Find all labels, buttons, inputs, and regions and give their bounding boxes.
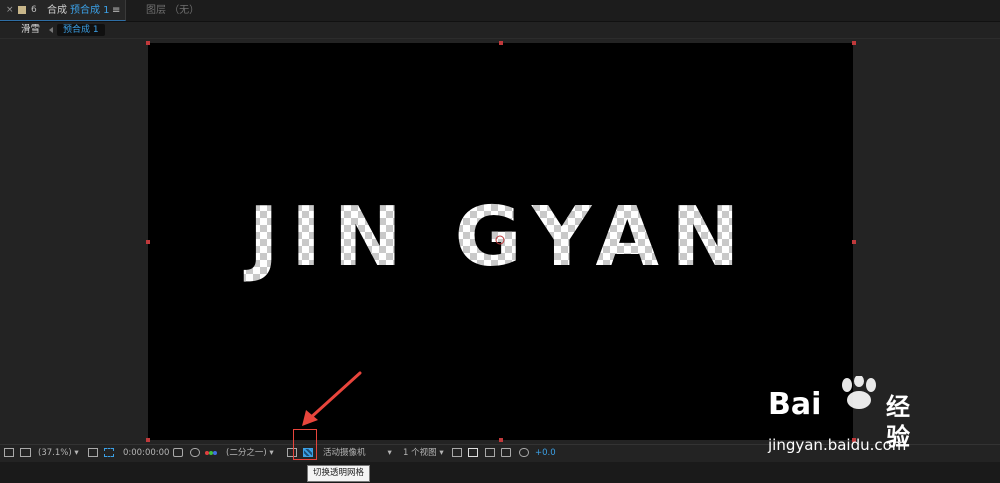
always-preview-icon[interactable] [4, 445, 14, 462]
camera-select[interactable]: 活动摄像机 ▾ [323, 445, 392, 462]
handle-top-left[interactable] [146, 41, 150, 45]
timecode[interactable]: 0:00:00:00 [123, 445, 169, 462]
flowchart-icon[interactable] [501, 445, 511, 462]
snapshot-camera-icon[interactable] [173, 445, 183, 462]
resolution-select[interactable]: (二分之一) ▾ [226, 445, 274, 462]
tab-layer-value: （无） [169, 5, 200, 16]
monitor-icon[interactable] [20, 445, 31, 462]
watermark-url: jingyan.baidu.com [768, 436, 907, 454]
mask-visibility-icon[interactable] [104, 445, 114, 462]
handle-middle-right[interactable] [852, 240, 856, 244]
zoom-select[interactable]: (37.1%) ▾ [38, 445, 79, 462]
watermark-brand-left: Bai [768, 387, 822, 422]
lock-icon[interactable]: 6 [31, 0, 37, 21]
handle-top-center[interactable] [499, 41, 503, 45]
baidu-paw-logo [842, 376, 876, 409]
transparent-text-layer: JIN GYAN [243, 190, 739, 285]
tab-menu-icon[interactable]: ≡ [112, 0, 120, 21]
tooltip: 切换透明网格 [307, 465, 371, 482]
handle-bottom-center[interactable] [499, 438, 503, 442]
tab-comp-label: 合成 [47, 5, 67, 16]
comp-color-swatch-icon [18, 6, 26, 14]
handle-bottom-left[interactable] [146, 438, 150, 442]
view-layout-select[interactable]: 1 个视图 ▾ [403, 445, 444, 462]
safe-margins-icon[interactable] [88, 445, 98, 462]
color-channels-icon[interactable] [205, 445, 217, 462]
timeline-icon[interactable] [485, 445, 495, 462]
composition-canvas[interactable]: JIN GYAN [148, 43, 853, 440]
exposure-value[interactable]: +0.0 [535, 445, 556, 462]
breadcrumb-parent[interactable]: 滑雪 [21, 22, 40, 38]
tab-layer[interactable]: 图层 （无） [146, 0, 199, 21]
handle-top-right[interactable] [852, 41, 856, 45]
close-icon[interactable]: × [6, 0, 14, 21]
pixel-aspect-icon[interactable] [452, 445, 462, 462]
breadcrumb [0, 22, 1000, 38]
exposure-reset-icon[interactable] [519, 445, 529, 462]
show-snapshot-icon[interactable] [190, 445, 200, 462]
status-strip [0, 462, 1000, 483]
fast-preview-icon[interactable] [468, 445, 478, 462]
breadcrumb-arrow-icon [49, 27, 53, 33]
highlight-box [293, 429, 317, 460]
annotation-arrow-icon [302, 371, 362, 426]
breadcrumb-current[interactable]: 预合成 1 [57, 24, 105, 36]
tab-comp-name: 预合成 1 [70, 5, 110, 16]
tab-layer-label: 图层 [146, 5, 166, 16]
handle-middle-left[interactable] [146, 240, 150, 244]
tab-composition[interactable]: × 6 合成 预合成 1 ≡ [0, 0, 126, 21]
